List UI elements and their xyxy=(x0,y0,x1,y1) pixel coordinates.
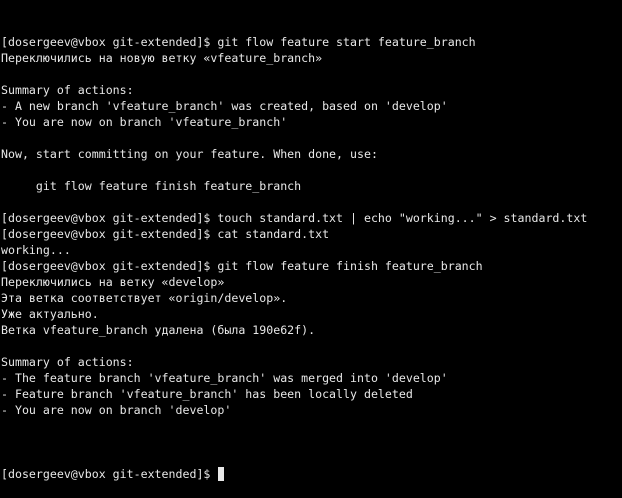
terminal-line: Эта ветка соответствует «origin/develop»… xyxy=(1,291,288,305)
terminal-line: Переключились на ветку «develop» xyxy=(1,275,225,289)
terminal-line: Now, start committing on your feature. W… xyxy=(1,147,378,161)
terminal-line: Summary of actions: xyxy=(1,83,134,97)
terminal-line: git flow feature finish feature_branch xyxy=(1,179,302,193)
terminal-window[interactable]: [dosergeev@vbox git-extended]$ git flow … xyxy=(0,0,622,481)
terminal-output: [dosergeev@vbox git-extended]$ git flow … xyxy=(1,34,622,434)
terminal-line: - Feature branch 'vfeature_branch' has b… xyxy=(1,387,413,401)
terminal-line: working... xyxy=(1,243,71,257)
terminal-line: - A new branch 'vfeature_branch' was cre… xyxy=(1,99,448,113)
terminal-line: - The feature branch 'vfeature_branch' w… xyxy=(1,371,448,385)
terminal-line: [dosergeev@vbox git-extended]$ git flow … xyxy=(1,259,483,273)
terminal-line: - You are now on branch 'vfeature_branch… xyxy=(1,115,288,129)
terminal-line: Переключились на новую ветку «vfeature_b… xyxy=(1,51,323,65)
terminal-line: [dosergeev@vbox git-extended]$ git flow … xyxy=(1,35,476,49)
terminal-line: Уже актуально. xyxy=(1,307,99,321)
terminal-line: [dosergeev@vbox git-extended]$ cat stand… xyxy=(1,227,330,241)
terminal-prompt: [dosergeev@vbox git-extended]$ xyxy=(1,467,218,481)
terminal-line: - You are now on branch 'develop' xyxy=(1,403,232,417)
terminal-prompt-line[interactable]: [dosergeev@vbox git-extended]$ xyxy=(1,466,622,482)
terminal-line: Ветка vfeature_branch удалена (была 190e… xyxy=(1,323,316,337)
terminal-line: [dosergeev@vbox git-extended]$ touch sta… xyxy=(1,211,588,225)
text-cursor xyxy=(218,467,225,481)
terminal-line: Summary of actions: xyxy=(1,355,134,369)
